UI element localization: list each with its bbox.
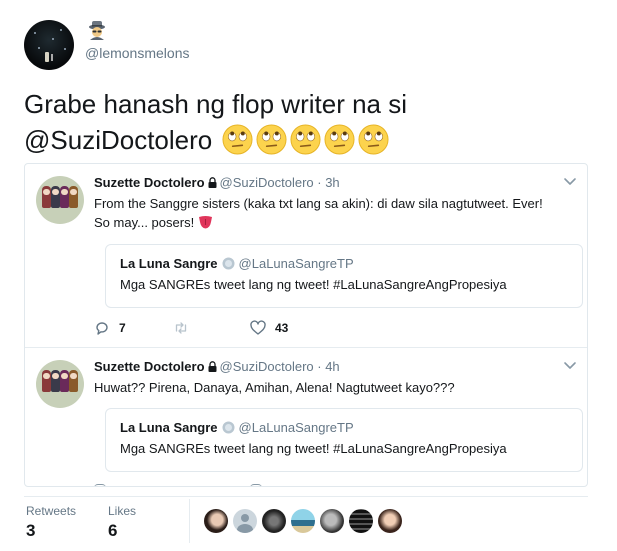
avatar[interactable]	[349, 509, 373, 533]
author-line: Suzette Doctolero @SuziDoctolero · 4h	[94, 359, 340, 374]
divider	[189, 499, 190, 543]
quoted-tweet-text: Mga SANGREs tweet lang ng tweet! #LaLuna…	[120, 277, 507, 292]
verified-badge-icon	[222, 421, 235, 434]
timestamp[interactable]: 3h	[325, 175, 339, 190]
author-name: La Luna Sangre	[120, 420, 218, 435]
eye-roll-emoji-icon	[222, 124, 253, 155]
timestamp[interactable]: 4h	[325, 359, 339, 374]
author-handle[interactable]: @SuziDoctolero	[220, 175, 314, 190]
likes-count: 6	[108, 521, 118, 540]
eye-roll-emoji-icon	[256, 124, 287, 155]
quoted-tweet[interactable]: La Luna Sangre @LaLunaSangreTP Mga SANGRE…	[105, 408, 583, 472]
tweet-header: @lemonsmelons	[24, 20, 584, 72]
like-button[interactable]: 43	[250, 318, 288, 338]
author-name[interactable]: Suzette Doctolero	[94, 359, 205, 374]
author-handle: @LaLunaSangreTP	[238, 420, 354, 435]
tweet-text: Grabe hanash ng flop writer na si @SuziD…	[24, 86, 584, 158]
tweet-actions	[94, 482, 274, 486]
tweet-text: From the Sanggre sisters (kaka txt lang …	[94, 194, 574, 232]
thread-tweet[interactable]: Suzette Doctolero @SuziDoctolero · 3h Fro…	[25, 164, 587, 348]
retweet-button[interactable]	[173, 318, 189, 338]
tweet-text-body: Grabe hanash ng flop writer na si	[24, 89, 407, 119]
tweet-text-line: Huwat?? Pirena, Danaya, Amihan, Alena! N…	[94, 380, 455, 395]
author-handle: @LaLunaSangreTP	[238, 256, 354, 271]
separator: ·	[313, 359, 326, 374]
quoted-tweet[interactable]: La Luna Sangre @LaLunaSangreTP Mga SANGRE…	[105, 244, 583, 308]
reply-button[interactable]: 7	[94, 318, 126, 338]
author-name: La Luna Sangre	[120, 256, 218, 271]
likes-label: Likes	[108, 504, 137, 518]
tweet-stats: Retweets 3 Likes 6	[24, 496, 588, 544]
likes-stat[interactable]: Likes 6	[108, 504, 136, 541]
quoted-tweet-text: Mga SANGREs tweet lang ng tweet! #LaLuna…	[120, 441, 507, 456]
retweet-icon	[175, 322, 187, 334]
avatar[interactable]	[36, 176, 84, 224]
author-name[interactable]: Suzette Doctolero	[94, 175, 205, 190]
retweets-stat[interactable]: Retweets 3	[26, 504, 76, 541]
chevron-down-icon[interactable]	[563, 174, 577, 188]
chevron-down-icon[interactable]	[563, 358, 577, 372]
reply-icon	[94, 484, 106, 486]
author-line: La Luna Sangre @LaLunaSangreTP	[120, 420, 354, 435]
tweet-text-line: So may... posers!	[94, 215, 195, 230]
author-handle[interactable]: @lemonsmelons	[85, 45, 189, 61]
tongue-emoji-icon	[198, 216, 212, 229]
retweets-label: Retweets	[26, 504, 77, 518]
mention-link[interactable]: @SuziDoctolero	[24, 125, 212, 155]
lock-icon	[208, 361, 217, 372]
like-count: 43	[275, 321, 289, 335]
eye-roll-emoji-icon	[290, 124, 321, 155]
avatar[interactable]	[320, 509, 344, 533]
retweets-count: 3	[26, 521, 36, 540]
embedded-thread: Suzette Doctolero @SuziDoctolero · 3h Fro…	[24, 163, 588, 487]
verified-badge-icon	[222, 257, 235, 270]
eye-roll-emoji-icon	[358, 124, 389, 155]
avatar[interactable]	[291, 509, 315, 533]
author-line: La Luna Sangre @LaLunaSangreTP	[120, 256, 354, 271]
lock-icon	[208, 177, 217, 188]
reply-count: 7	[119, 321, 126, 335]
avatar[interactable]	[262, 509, 286, 533]
avatar[interactable]	[204, 509, 228, 533]
author-handle[interactable]: @SuziDoctolero	[220, 359, 314, 374]
reply-icon	[96, 322, 108, 335]
avatar[interactable]	[36, 360, 84, 408]
detective-emoji-icon	[89, 21, 105, 40]
separator: ·	[313, 175, 326, 190]
tweet-text-line: From the Sanggre sisters (kaka txt lang …	[94, 196, 543, 211]
heart-icon	[250, 484, 262, 486]
avatar[interactable]	[233, 509, 257, 533]
author-line: Suzette Doctolero @SuziDoctolero · 3h	[94, 175, 340, 190]
avatar[interactable]	[24, 20, 74, 70]
eye-roll-emoji-icon	[324, 124, 355, 155]
tweet-text: Huwat?? Pirena, Danaya, Amihan, Alena! N…	[94, 378, 574, 397]
heart-icon	[250, 320, 266, 335]
avatar[interactable]	[378, 509, 402, 533]
